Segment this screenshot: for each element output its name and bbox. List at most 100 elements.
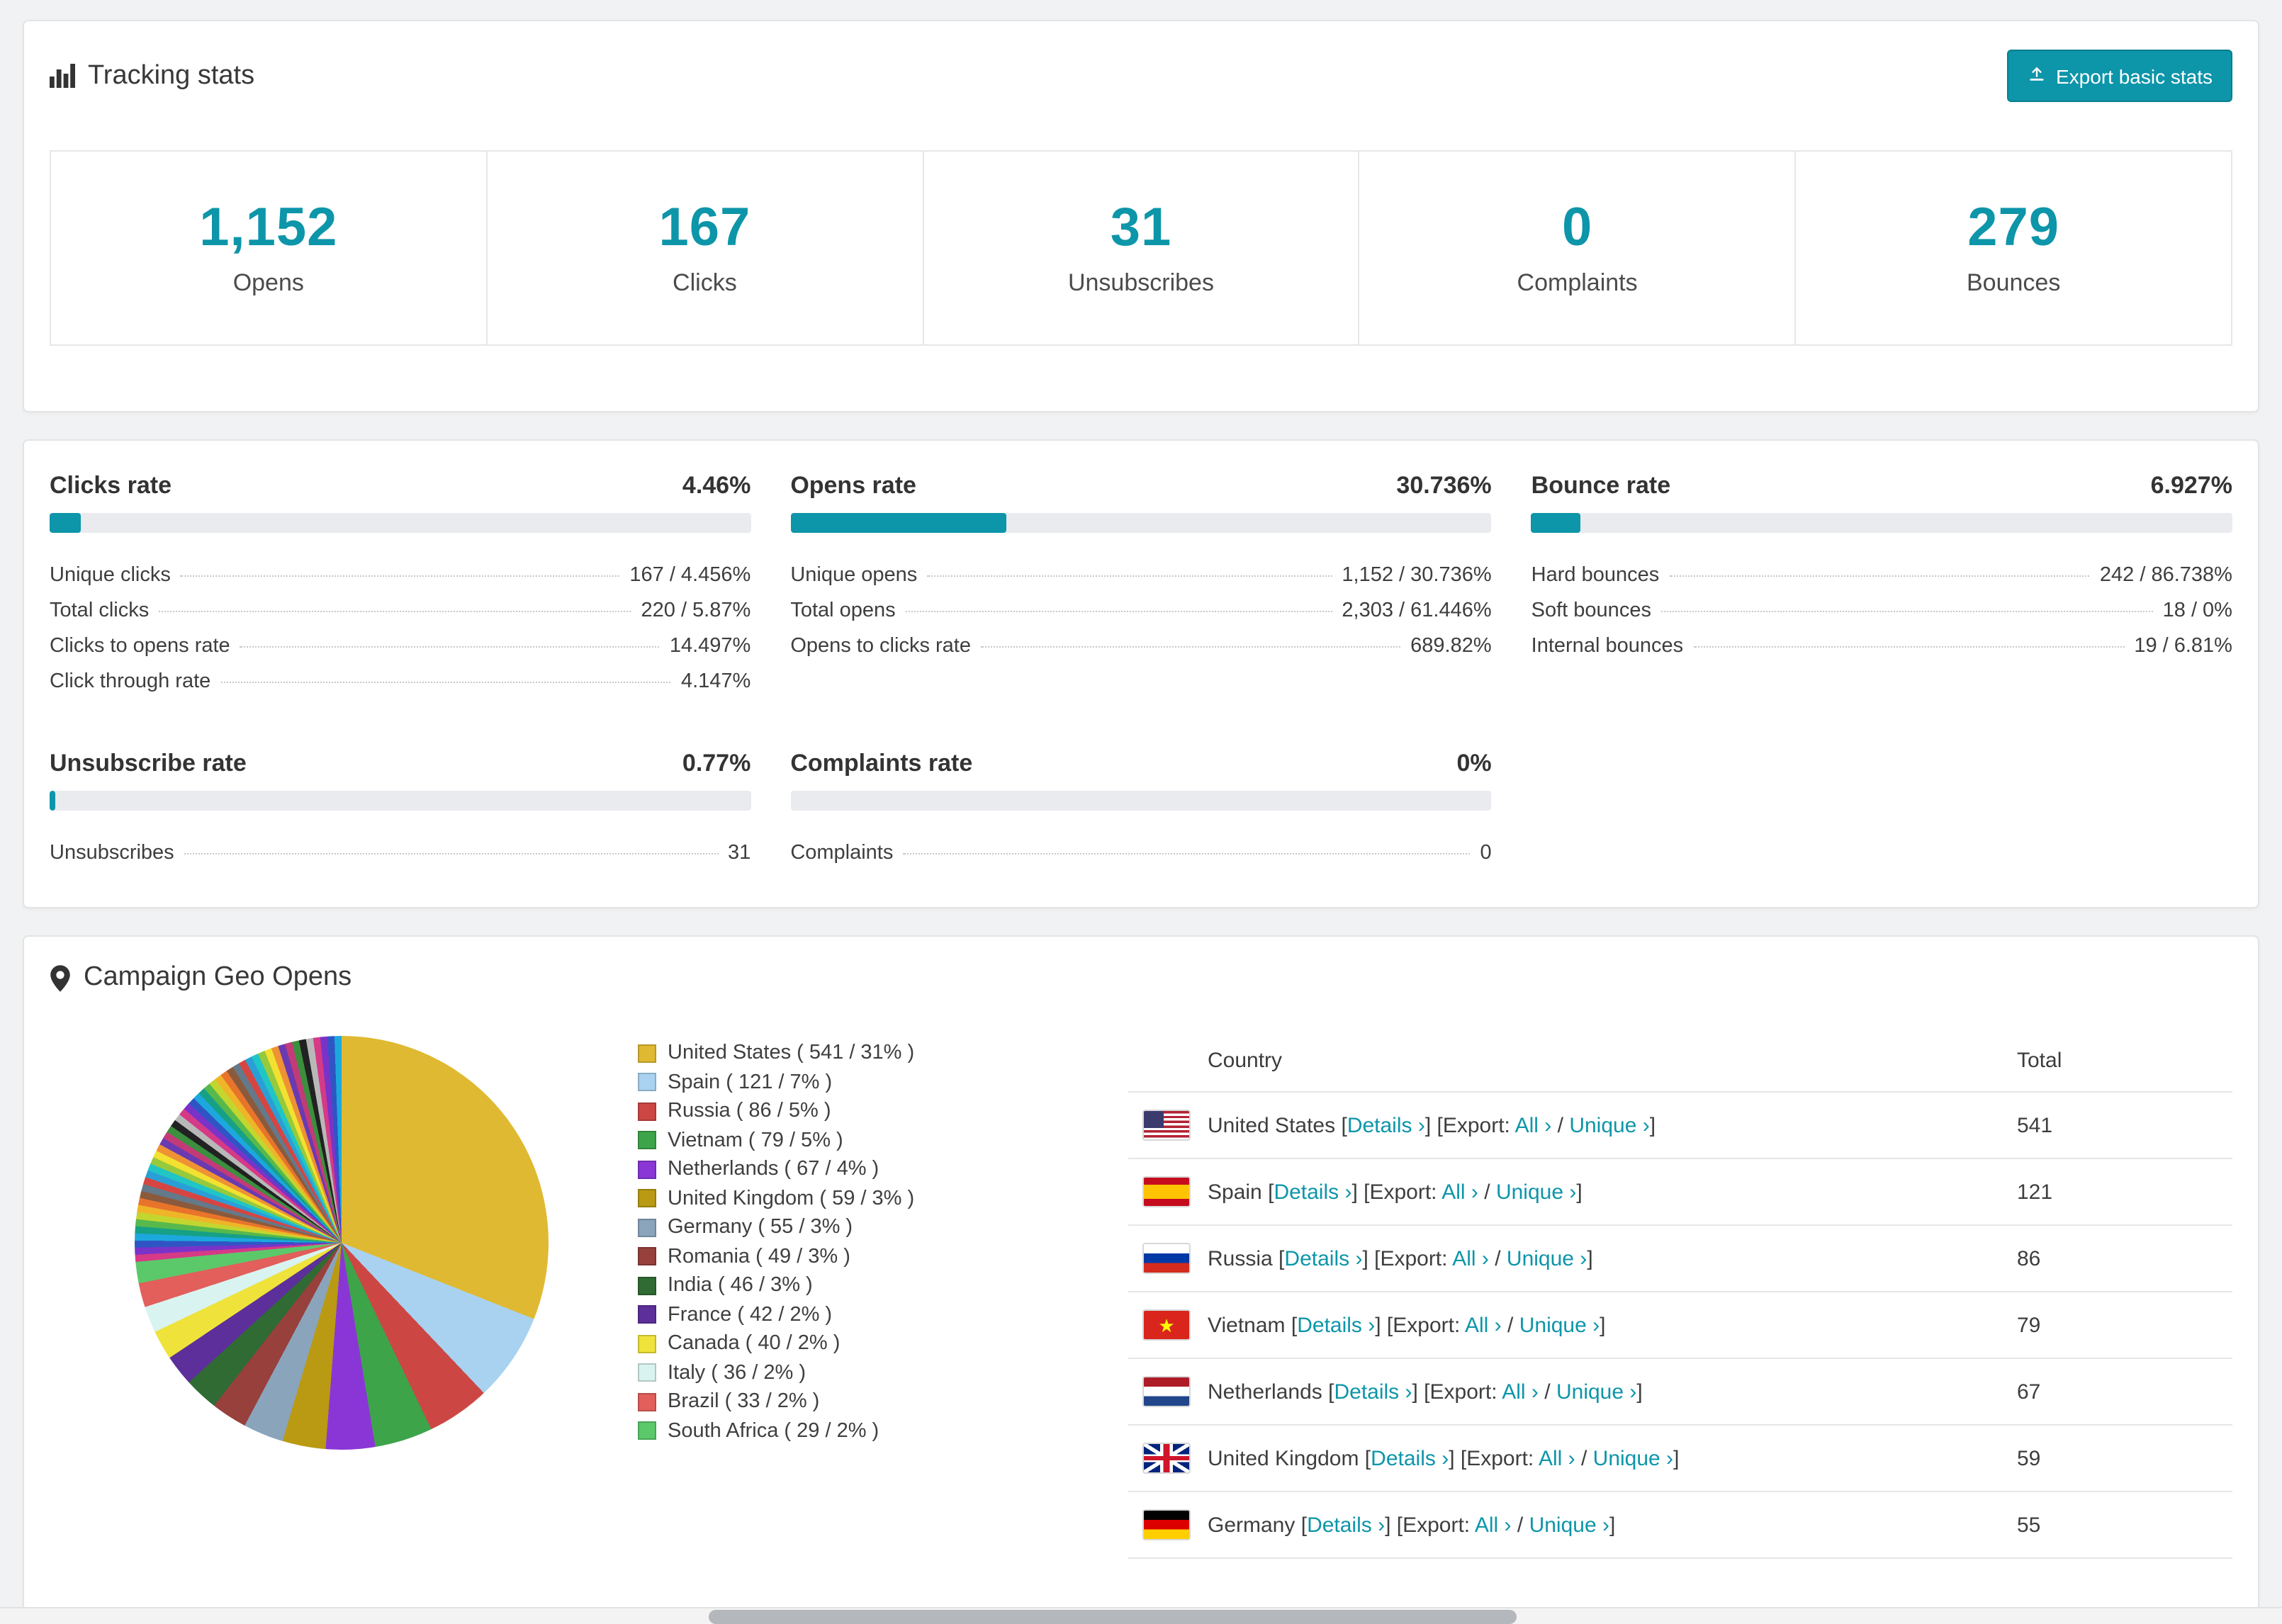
metric-row: Unique clicks 167 / 4.456% bbox=[50, 557, 751, 592]
dotted-leader bbox=[980, 645, 1401, 647]
legend-swatch bbox=[638, 1218, 656, 1237]
horizontal-scrollbar-track[interactable] bbox=[0, 1607, 2282, 1624]
dotted-leader bbox=[1660, 610, 2153, 611]
export-unique-link[interactable]: Unique › bbox=[1519, 1313, 1600, 1337]
legend-item-vietnam[interactable]: Vietnam ( 79 / 5% ) bbox=[638, 1126, 1063, 1155]
legend-swatch bbox=[638, 1073, 656, 1092]
progress-bar bbox=[790, 513, 1492, 533]
legend-item-united-kingdom[interactable]: United Kingdom ( 59 / 3% ) bbox=[638, 1184, 1063, 1213]
details-link[interactable]: Details › bbox=[1297, 1313, 1375, 1337]
legend-item-italy[interactable]: Italy ( 36 / 2% ) bbox=[638, 1358, 1063, 1387]
total-column-header: Total bbox=[2017, 1049, 2062, 1073]
uk-flag-icon bbox=[1142, 1443, 1191, 1474]
country-name: Russia bbox=[1208, 1246, 1273, 1270]
stat-box-unsubscribes: 31 Unsubscribes bbox=[922, 150, 1360, 346]
legend-label: Canada ( 40 / 2% ) bbox=[668, 1332, 841, 1355]
stat-value: 279 bbox=[1967, 198, 2060, 258]
details-link[interactable]: Details › bbox=[1284, 1246, 1362, 1270]
export-all-link[interactable]: All › bbox=[1452, 1246, 1489, 1270]
export-basic-stats-button[interactable]: Export basic stats bbox=[2006, 50, 2232, 102]
details-link[interactable]: Details › bbox=[1307, 1513, 1385, 1537]
legend-label: Russia ( 86 / 5% ) bbox=[668, 1100, 831, 1123]
progress-bar bbox=[1531, 513, 2232, 533]
export-all-link[interactable]: All › bbox=[1441, 1180, 1478, 1204]
legend-swatch bbox=[638, 1044, 656, 1063]
country-column-header: Country bbox=[1208, 1049, 1283, 1073]
geo-opens-header: Campaign Geo Opens bbox=[50, 962, 2232, 993]
progress-bar-fill bbox=[50, 513, 82, 533]
total-value: 86 bbox=[2017, 1246, 2041, 1270]
legend-item-south-africa[interactable]: South Africa ( 29 / 2% ) bbox=[638, 1416, 1063, 1445]
country-name: Vietnam bbox=[1208, 1313, 1286, 1337]
es-flag-icon bbox=[1142, 1176, 1191, 1207]
legend-item-spain[interactable]: Spain ( 121 / 7% ) bbox=[638, 1068, 1063, 1097]
legend-item-romania[interactable]: Romania ( 49 / 3% ) bbox=[638, 1242, 1063, 1271]
total-value: 79 bbox=[2017, 1313, 2041, 1337]
geo-opens-pie-chart[interactable] bbox=[135, 1036, 549, 1450]
metric-row: Unsubscribes 31 bbox=[50, 835, 751, 870]
dotted-leader bbox=[180, 575, 620, 576]
metric-label: Total opens bbox=[790, 599, 896, 621]
legend-swatch bbox=[638, 1363, 656, 1382]
geo-opens-legend: United States ( 541 / 31% ) Spain ( 121 /… bbox=[638, 1030, 1063, 1445]
dotted-leader bbox=[240, 645, 660, 647]
metric-value: 2,303 / 61.446% bbox=[1342, 599, 1492, 621]
horizontal-scrollbar-thumb[interactable] bbox=[709, 1610, 1517, 1624]
metric-row: Click through rate 4.147% bbox=[50, 663, 751, 699]
geo-opens-title: Campaign Geo Opens bbox=[84, 962, 352, 992]
legend-item-united-states[interactable]: United States ( 541 / 31% ) bbox=[638, 1039, 1063, 1068]
metric-label: Unique clicks bbox=[50, 563, 171, 586]
details-link[interactable]: Details › bbox=[1347, 1113, 1425, 1137]
country-name: Spain bbox=[1208, 1180, 1262, 1204]
rate-percent-value: 30.736% bbox=[1396, 472, 1492, 499]
geo-table-row-vietnam: Vietnam [Details ›] [Export: All › / Uni… bbox=[1128, 1292, 2232, 1359]
metric-row: Opens to clicks rate 689.82% bbox=[790, 628, 1491, 663]
metric-value: 689.82% bbox=[1410, 634, 1492, 657]
rate-block-clicks-rate: Clicks rate 4.46% Unique clicks 167 / 4.456… bbox=[50, 472, 751, 699]
stat-box-complaints: 0 Complaints bbox=[1358, 150, 1797, 346]
legend-item-france[interactable]: France ( 42 / 2% ) bbox=[638, 1300, 1063, 1329]
legend-item-russia[interactable]: Russia ( 86 / 5% ) bbox=[638, 1097, 1063, 1126]
export-unique-link[interactable]: Unique › bbox=[1593, 1446, 1673, 1470]
metric-value: 242 / 86.738% bbox=[2099, 563, 2232, 586]
export-unique-link[interactable]: Unique › bbox=[1496, 1180, 1576, 1204]
stat-boxes-row: 1,152 Opens 167 Clicks 31 Unsubscribes 0 Compla… bbox=[50, 150, 2232, 346]
legend-item-netherlands[interactable]: Netherlands ( 67 / 4% ) bbox=[638, 1155, 1063, 1184]
rate-percent-value: 6.927% bbox=[2150, 472, 2232, 499]
legend-item-germany[interactable]: Germany ( 55 / 3% ) bbox=[638, 1213, 1063, 1242]
legend-item-india[interactable]: India ( 46 / 3% ) bbox=[638, 1271, 1063, 1300]
dotted-leader bbox=[927, 575, 1332, 576]
details-link[interactable]: Details › bbox=[1274, 1180, 1351, 1204]
legend-label: United Kingdom ( 59 / 3% ) bbox=[668, 1187, 915, 1210]
export-unique-link[interactable]: Unique › bbox=[1556, 1380, 1636, 1404]
legend-item-brazil[interactable]: Brazil ( 33 / 2% ) bbox=[638, 1387, 1063, 1416]
stat-label: Opens bbox=[232, 269, 304, 296]
us-flag-icon bbox=[1142, 1110, 1191, 1141]
export-all-link[interactable]: All › bbox=[1465, 1313, 1502, 1337]
metric-label: Click through rate bbox=[50, 670, 211, 692]
export-all-link[interactable]: All › bbox=[1539, 1446, 1575, 1470]
progress-bar-fill bbox=[790, 513, 1006, 533]
metric-label: Internal bounces bbox=[1531, 634, 1684, 657]
details-link[interactable]: Details › bbox=[1371, 1446, 1449, 1470]
legend-swatch bbox=[638, 1131, 656, 1150]
legend-swatch bbox=[638, 1276, 656, 1295]
geo-table-row-united-states: United States [Details ›] [Export: All ›… bbox=[1128, 1093, 2232, 1159]
export-all-link[interactable]: All › bbox=[1502, 1380, 1539, 1404]
export-all-link[interactable]: All › bbox=[1515, 1113, 1552, 1137]
export-unique-link[interactable]: Unique › bbox=[1529, 1513, 1609, 1537]
rate-title: Opens rate bbox=[790, 472, 916, 499]
dashboard-page: Tracking stats Export basic stats 1,152 O… bbox=[0, 0, 2282, 1624]
legend-item-canada[interactable]: Canada ( 40 / 2% ) bbox=[638, 1329, 1063, 1358]
legend-label: South Africa ( 29 / 2% ) bbox=[668, 1419, 879, 1443]
export-unique-link[interactable]: Unique › bbox=[1569, 1113, 1649, 1137]
geo-opens-table: Country Total United States [Details ›] … bbox=[1128, 1030, 2232, 1559]
de-flag-icon bbox=[1142, 1509, 1191, 1540]
export-unique-link[interactable]: Unique › bbox=[1507, 1246, 1587, 1270]
stat-box-clicks: 167 Clicks bbox=[485, 150, 924, 346]
country-name: Germany bbox=[1208, 1513, 1295, 1537]
export-all-link[interactable]: All › bbox=[1475, 1513, 1512, 1537]
metric-value: 0 bbox=[1480, 841, 1492, 864]
metric-row: Clicks to opens rate 14.497% bbox=[50, 628, 751, 663]
details-link[interactable]: Details › bbox=[1334, 1380, 1412, 1404]
